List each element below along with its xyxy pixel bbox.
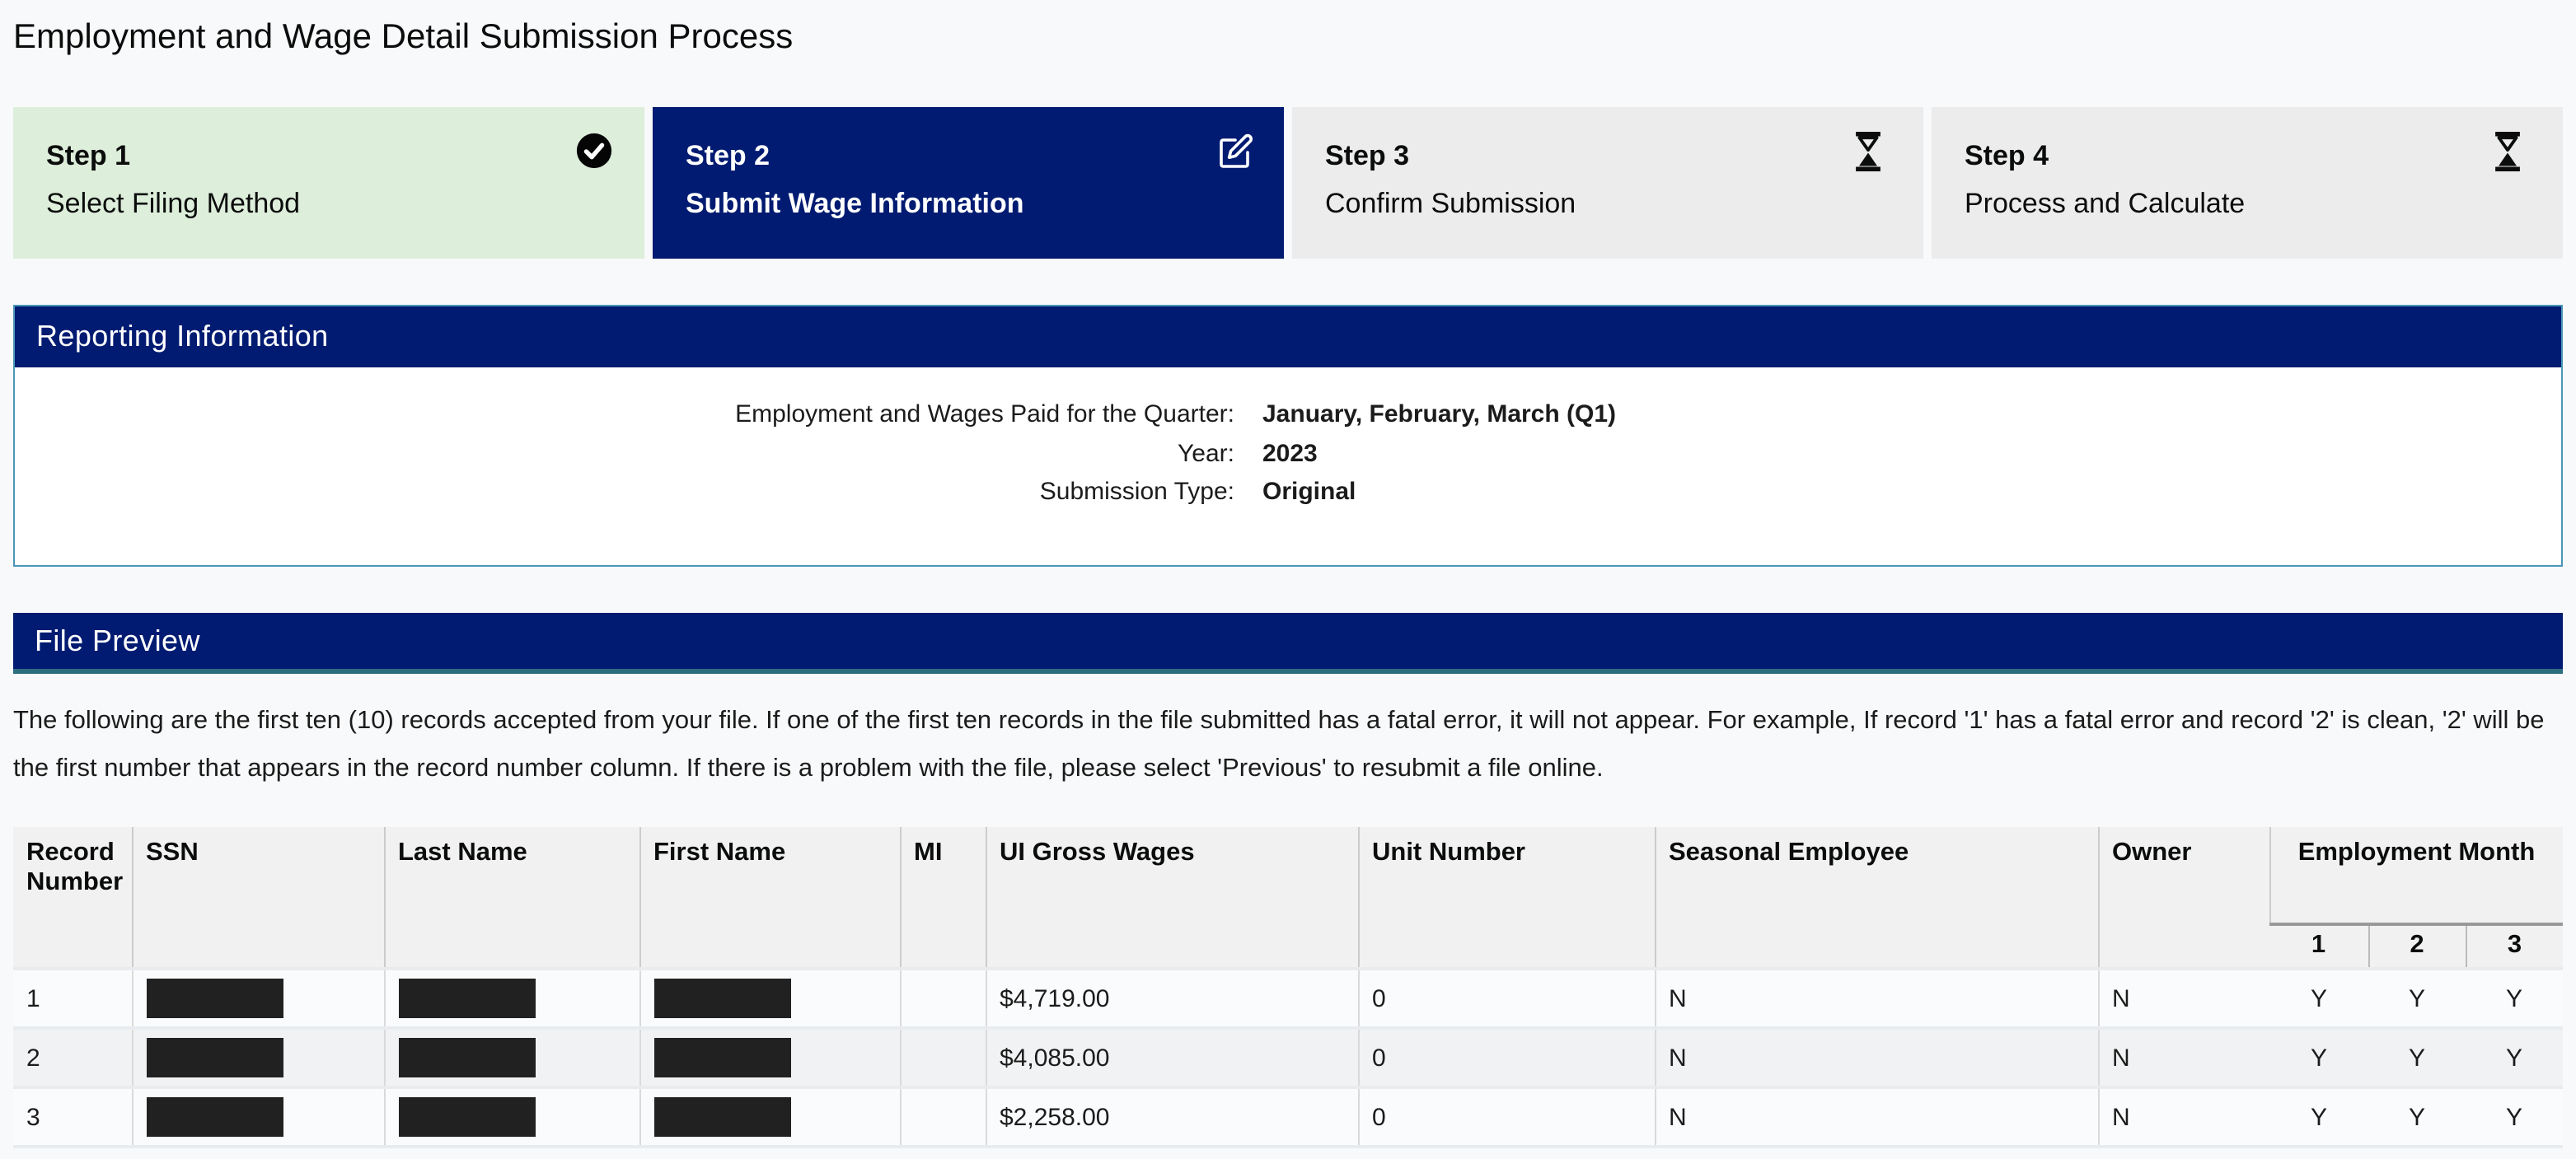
record-number-cell: 3 [13,1087,132,1147]
table-header-row: Record Number SSN Last Name First Name M… [13,827,2563,924]
owner-cell: N [2098,1087,2269,1147]
redacted-last-name [398,979,535,1018]
col-ui-gross-wages: UI Gross Wages [986,827,1358,969]
file-preview-header: File Preview [13,613,2563,674]
step-4-card[interactable]: Step 4 Process and Calculate [1932,107,2563,259]
check-circle-icon [575,132,615,171]
quarter-row: Employment and Wages Paid for the Quarte… [15,395,2561,434]
col-mi: MI [900,827,986,969]
seasonal-employee-cell: N [1655,969,2098,1028]
mi-cell [900,1028,986,1087]
ssn-cell [132,1028,384,1087]
step-1-label: Step 1 [46,140,611,173]
step-3-name: Confirm Submission [1325,188,1890,221]
owner-cell: N [2098,1028,2269,1087]
ui-gross-wages-cell: $2,258.00 [986,1087,1358,1147]
table-row: 1 $4,719.00 0 N N Y Y Y [13,969,2563,1028]
step-progress-bar: Step 1 Select Filing Method Step 2 Submi… [13,107,2563,259]
seasonal-employee-cell: N [1655,1028,2098,1087]
wage-submission-page: Employment and Wage Detail Submission Pr… [0,0,2576,1159]
page-title: Employment and Wage Detail Submission Pr… [13,0,2563,58]
step-1-card[interactable]: Step 1 Select Filing Method [13,107,644,259]
quarter-value: January, February, March (Q1) [1262,395,1616,434]
month-2-cell: Y [2368,969,2466,1028]
ssn-cell [132,1087,384,1147]
hourglass-icon [1854,132,1894,171]
step-1-name: Select Filing Method [46,188,611,221]
redacted-last-name [398,1097,535,1137]
step-3-label: Step 3 [1325,140,1890,173]
col-first-name: First Name [639,827,900,969]
step-3-card[interactable]: Step 3 Confirm Submission [1292,107,1923,259]
col-month-3: 3 [2466,924,2563,969]
submission-type-value: Original [1262,473,1356,512]
redacted-first-name [653,1038,790,1077]
record-number-cell: 1 [13,969,132,1028]
ui-gross-wages-cell: $4,719.00 [986,969,1358,1028]
col-group-employment-month: Employment Month [2269,827,2563,924]
month-3-cell: Y [2466,969,2563,1028]
step-4-name: Process and Calculate [1965,188,2530,221]
col-owner: Owner [2098,827,2269,969]
month-1-cell: Y [2269,969,2368,1028]
redacted-last-name [398,1038,535,1077]
first-name-cell [639,969,900,1028]
table-row: 2 $4,085.00 0 N N Y Y Y [13,1028,2563,1087]
last-name-cell [384,1028,639,1087]
submission-type-label: Submission Type: [15,473,1234,512]
redacted-ssn [146,1038,283,1077]
seasonal-employee-cell: N [1655,1087,2098,1147]
redacted-first-name [653,979,790,1018]
reporting-information-panel: Reporting Information Employment and Wag… [13,305,2563,567]
ui-gross-wages-cell: $4,085.00 [986,1028,1358,1087]
edit-icon [1215,132,1254,171]
unit-number-cell: 0 [1358,1087,1655,1147]
col-month-2: 2 [2368,924,2466,969]
year-label: Year: [15,434,1234,473]
month-3-cell: Y [2466,1028,2563,1087]
month-3-cell: Y [2466,1087,2563,1147]
year-value: 2023 [1262,434,1318,473]
record-number-cell: 2 [13,1028,132,1087]
col-month-1: 1 [2269,924,2368,969]
first-name-cell [639,1028,900,1087]
year-row: Year: 2023 [15,434,2561,473]
first-name-cell [639,1087,900,1147]
month-1-cell: Y [2269,1028,2368,1087]
table-row: 3 $2,258.00 0 N N Y Y Y [13,1087,2563,1147]
last-name-cell [384,969,639,1028]
file-preview-table: Record Number SSN Last Name First Name M… [13,827,2563,1148]
step-2-card[interactable]: Step 2 Submit Wage Information [653,107,1284,259]
col-ssn: SSN [132,827,384,969]
submission-type-row: Submission Type: Original [15,473,2561,512]
hourglass-icon [2494,132,2533,171]
reporting-information-header: Reporting Information [15,306,2561,367]
file-preview-description: The following are the first ten (10) rec… [13,699,2563,792]
mi-cell [900,1087,986,1147]
month-1-cell: Y [2269,1087,2368,1147]
col-unit-number: Unit Number [1358,827,1655,969]
step-4-label: Step 4 [1965,140,2530,173]
col-seasonal-employee: Seasonal Employee [1655,827,2098,969]
month-2-cell: Y [2368,1028,2466,1087]
redacted-ssn [146,979,283,1018]
col-record-number: Record Number [13,827,132,969]
reporting-information-body: Employment and Wages Paid for the Quarte… [15,367,2561,565]
owner-cell: N [2098,969,2269,1028]
redacted-first-name [653,1097,790,1137]
quarter-label: Employment and Wages Paid for the Quarte… [15,395,1234,434]
last-name-cell [384,1087,639,1147]
step-2-name: Submit Wage Information [686,188,1251,221]
month-2-cell: Y [2368,1087,2466,1147]
ssn-cell [132,969,384,1028]
step-2-label: Step 2 [686,140,1251,173]
redacted-ssn [146,1097,283,1137]
unit-number-cell: 0 [1358,969,1655,1028]
unit-number-cell: 0 [1358,1028,1655,1087]
col-last-name: Last Name [384,827,639,969]
mi-cell [900,969,986,1028]
